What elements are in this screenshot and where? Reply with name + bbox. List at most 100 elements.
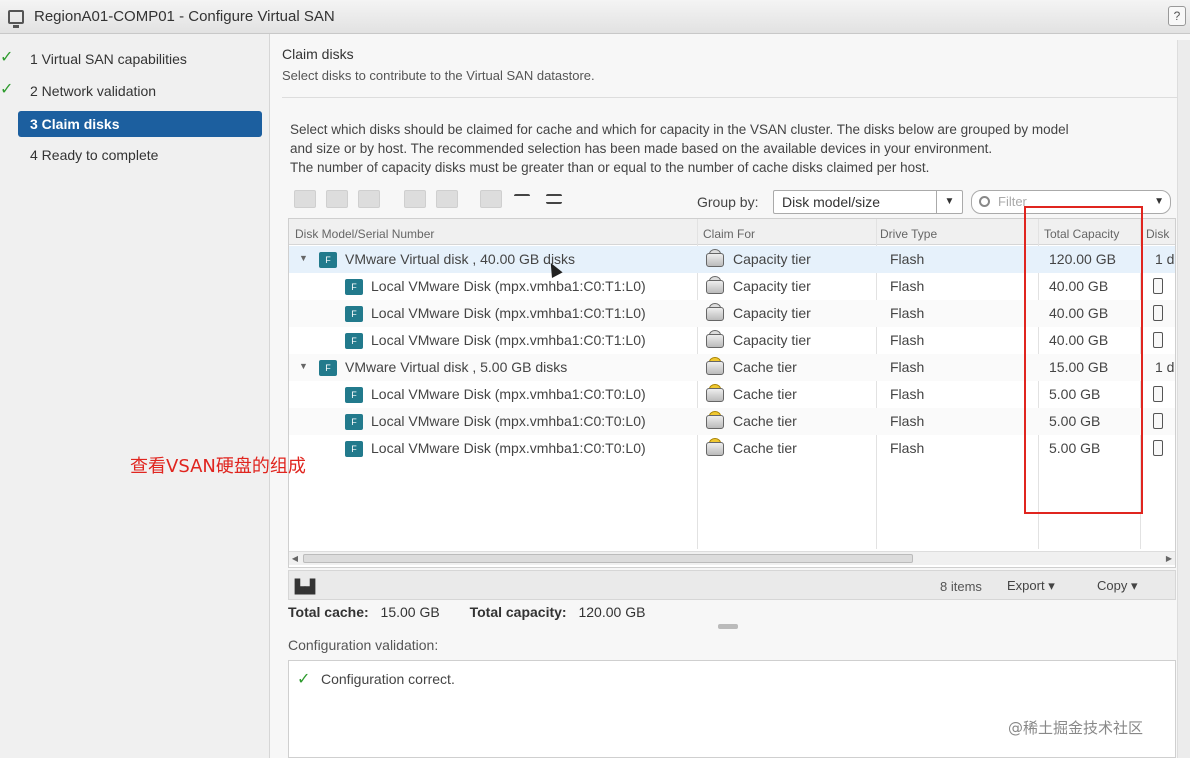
flash-disk-icon: F: [345, 306, 363, 322]
claim-for[interactable]: Cache tier: [733, 386, 797, 402]
highlight-box: [1024, 206, 1143, 514]
instructions-line: The number of capacity disks must be gre…: [290, 160, 930, 175]
help-button[interactable]: ?: [1168, 6, 1186, 26]
unclaim-icon[interactable]: [358, 190, 380, 208]
totals-summary: Total cache: 15.00 GB Total capacity: 12…: [288, 604, 645, 620]
disk-model: VMware Virtual disk , 40.00 GB disks: [345, 251, 576, 267]
flash-disk-icon: F: [345, 279, 363, 295]
resize-handle[interactable]: [718, 624, 738, 629]
wizard-steps-sidebar: ✓ 1 Virtual SAN capabilities ✓ 2 Network…: [0, 34, 270, 758]
disk-icon: [1153, 332, 1163, 348]
capacity-tier-icon: [705, 276, 725, 296]
column-header-drive-type[interactable]: Drive Type: [880, 227, 937, 241]
validation-label: Configuration validation:: [288, 637, 439, 653]
flash-disk-icon: F: [319, 252, 337, 268]
validation-panel: ✓ Configuration correct.: [288, 660, 1176, 758]
drive-type: Flash: [890, 413, 925, 429]
drive-type: Flash: [890, 359, 925, 375]
instructions-line: and size or by host. The recommended sel…: [290, 141, 993, 156]
disk-icon: [1153, 386, 1163, 402]
drive-type: Flash: [890, 386, 925, 402]
disk-model: Local VMware Disk (mpx.vmhba1:C0:T1:L0): [371, 278, 646, 294]
flash-icon[interactable]: [404, 190, 426, 208]
dropdown-arrow-icon[interactable]: ▼: [936, 191, 962, 213]
watermark: @稀土掘金技术社区: [1008, 719, 1144, 737]
search-icon: [979, 196, 990, 207]
step-network-validation[interactable]: ✓ 2 Network validation: [0, 78, 262, 104]
collapse-icon[interactable]: ▼: [299, 361, 308, 371]
filter-placeholder: Filter: [998, 194, 1027, 209]
claim-for[interactable]: Cache tier: [733, 413, 797, 429]
drive-type: Flash: [890, 332, 925, 348]
expand-all-icon[interactable]: [514, 194, 530, 198]
disk-icon: [1153, 440, 1163, 456]
claim-for[interactable]: Capacity tier: [733, 332, 811, 348]
drive-type: Flash: [890, 305, 925, 321]
group-by-label: Group by:: [697, 194, 759, 210]
total-capacity-value: 120.00 GB: [578, 604, 646, 620]
group-by-select[interactable]: Disk model/size ▼: [773, 190, 963, 214]
cache-tier-icon: [705, 384, 725, 404]
capacity-tier-icon: [705, 330, 725, 350]
group-by-value: Disk model/size: [782, 194, 881, 210]
scroll-right-icon[interactable]: ▶: [1163, 554, 1175, 564]
disk-icon: [1153, 278, 1163, 294]
vertical-scrollbar[interactable]: [1177, 40, 1190, 758]
column-header-disk[interactable]: Disk: [1146, 227, 1169, 241]
hdd-icon[interactable]: [436, 190, 458, 208]
step-label: 3 Claim disks: [30, 116, 120, 132]
claim-for[interactable]: Cache tier: [733, 440, 797, 456]
scrollbar-thumb[interactable]: [303, 554, 913, 563]
instructions-line: Select which disks should be claimed for…: [290, 122, 1069, 137]
disk-count: 1 d: [1155, 251, 1175, 267]
flash-disk-icon: F: [345, 333, 363, 349]
claim-cache-icon[interactable]: [326, 190, 348, 208]
flash-disk-icon: F: [345, 387, 363, 403]
total-capacity-label: Total capacity:: [469, 604, 567, 620]
disk-model: Local VMware Disk (mpx.vmhba1:C0:T0:L0): [371, 440, 646, 456]
check-icon: ✓: [0, 81, 14, 98]
disk-model: VMware Virtual disk , 5.00 GB disks: [345, 359, 568, 375]
claim-for[interactable]: Cache tier: [733, 359, 797, 375]
annotation-text: 查看VSAN硬盘的组成: [130, 456, 306, 477]
chevron-down-icon[interactable]: ▼: [1154, 191, 1164, 213]
binoculars-icon[interactable]: ▙▟: [295, 579, 315, 595]
collapse-icon[interactable]: ▼: [299, 253, 308, 263]
horizontal-scrollbar[interactable]: ◀ ▶: [289, 551, 1175, 565]
validation-message: Configuration correct.: [321, 671, 455, 687]
check-icon: ✓: [0, 49, 14, 66]
step-label: 1 Virtual SAN capabilities: [30, 51, 187, 67]
claim-capacity-icon[interactable]: [294, 190, 316, 208]
column-header-claim-for[interactable]: Claim For: [703, 227, 755, 241]
export-button[interactable]: Export ▾: [1007, 578, 1055, 594]
page-title: Claim disks: [282, 46, 354, 62]
edit-icon[interactable]: [480, 190, 502, 208]
step-claim-disks[interactable]: 3 Claim disks: [18, 111, 262, 137]
claim-for[interactable]: Capacity tier: [733, 251, 811, 267]
grid-footer: ▙▟ 8 items Export ▾ Copy ▾: [288, 570, 1176, 600]
capacity-tier-icon: [705, 303, 725, 323]
column-header-disk-model[interactable]: Disk Model/Serial Number: [295, 227, 434, 241]
cache-tier-icon: [705, 357, 725, 377]
claim-for[interactable]: Capacity tier: [733, 278, 811, 294]
step-ready-to-complete[interactable]: 4 Ready to complete: [0, 142, 262, 168]
scroll-left-icon[interactable]: ◀: [289, 554, 301, 564]
divider: [282, 97, 1180, 98]
window-icon: [8, 9, 24, 28]
disk-icon: [1153, 305, 1163, 321]
check-icon: ✓: [297, 671, 311, 688]
flash-disk-icon: F: [345, 414, 363, 430]
disk-model: Local VMware Disk (mpx.vmhba1:C0:T1:L0): [371, 332, 646, 348]
disk-model: Local VMware Disk (mpx.vmhba1:C0:T0:L0): [371, 413, 646, 429]
cache-tier-icon: [705, 411, 725, 431]
collapse-all-icon[interactable]: [546, 194, 562, 204]
window-title: RegionA01-COMP01 - Configure Virtual SAN: [34, 8, 335, 25]
export-label: Export: [1007, 578, 1045, 593]
flash-disk-icon: F: [345, 441, 363, 457]
disk-model: Local VMware Disk (mpx.vmhba1:C0:T0:L0): [371, 386, 646, 402]
disk-model: Local VMware Disk (mpx.vmhba1:C0:T1:L0): [371, 305, 646, 321]
step-virtual-san-capabilities[interactable]: ✓ 1 Virtual SAN capabilities: [0, 46, 262, 72]
claim-for[interactable]: Capacity tier: [733, 305, 811, 321]
copy-button[interactable]: Copy ▾: [1097, 578, 1138, 594]
flash-disk-icon: F: [319, 360, 337, 376]
